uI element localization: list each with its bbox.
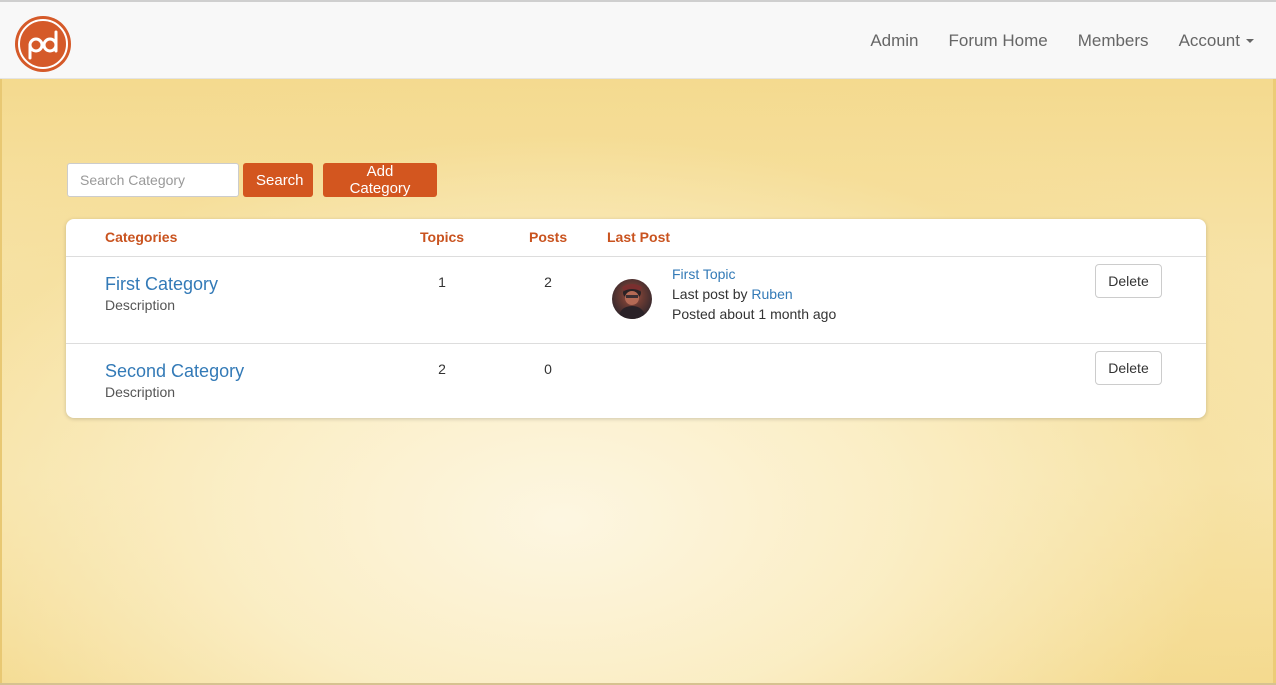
account-label: Account [1178, 30, 1240, 50]
nav-item-admin[interactable]: Admin [855, 31, 933, 51]
category-description: Description [105, 297, 176, 313]
caret-down-icon [1246, 39, 1254, 44]
last-post-time: Posted about 1 month ago [672, 306, 837, 322]
category-name-link[interactable]: First Category [105, 274, 218, 295]
delete-button[interactable]: Delete [1095, 264, 1162, 298]
header-topics: Topics [420, 229, 465, 245]
user-avatar[interactable] [612, 279, 652, 319]
last-post-topic-link[interactable]: First Topic [672, 266, 736, 282]
nav-item-account-dropdown[interactable]: Account [1164, 31, 1276, 51]
nav-links: Admin Forum Home Members Account [855, 2, 1276, 79]
add-category-button[interactable]: Add Category [323, 163, 437, 197]
last-post-by-prefix: Last post by [672, 286, 748, 302]
topics-count: 1 [438, 274, 446, 290]
categories-table: Categories Topics Posts Last Post First … [66, 219, 1206, 418]
header-categories: Categories [105, 229, 178, 245]
posts-count: 0 [544, 361, 552, 377]
category-name-link[interactable]: Second Category [105, 361, 244, 382]
logo-pd-mark [28, 30, 58, 60]
delete-button[interactable]: Delete [1095, 351, 1162, 385]
category-toolbar: Search Add Category [67, 163, 437, 197]
top-navbar: Admin Forum Home Members Account [0, 0, 1276, 79]
last-post-by-line: Last post by Ruben [672, 286, 793, 302]
brand-logo[interactable] [15, 16, 71, 72]
table-row: First Category Description 1 2 First Top… [66, 256, 1206, 343]
header-last-post: Last Post [607, 229, 671, 245]
search-button[interactable]: Search [243, 163, 313, 197]
category-description: Description [105, 384, 176, 400]
avatar-photo [618, 284, 646, 319]
nav-item-forum-home[interactable]: Forum Home [934, 31, 1063, 51]
last-post-author-link[interactable]: Ruben [751, 286, 792, 302]
nav-item-members[interactable]: Members [1063, 31, 1164, 51]
search-category-input[interactable] [67, 163, 239, 197]
posts-count: 2 [544, 274, 552, 290]
table-row: Second Category Description 2 0 Delete [66, 343, 1206, 418]
topics-count: 2 [438, 361, 446, 377]
header-posts: Posts [529, 229, 568, 245]
